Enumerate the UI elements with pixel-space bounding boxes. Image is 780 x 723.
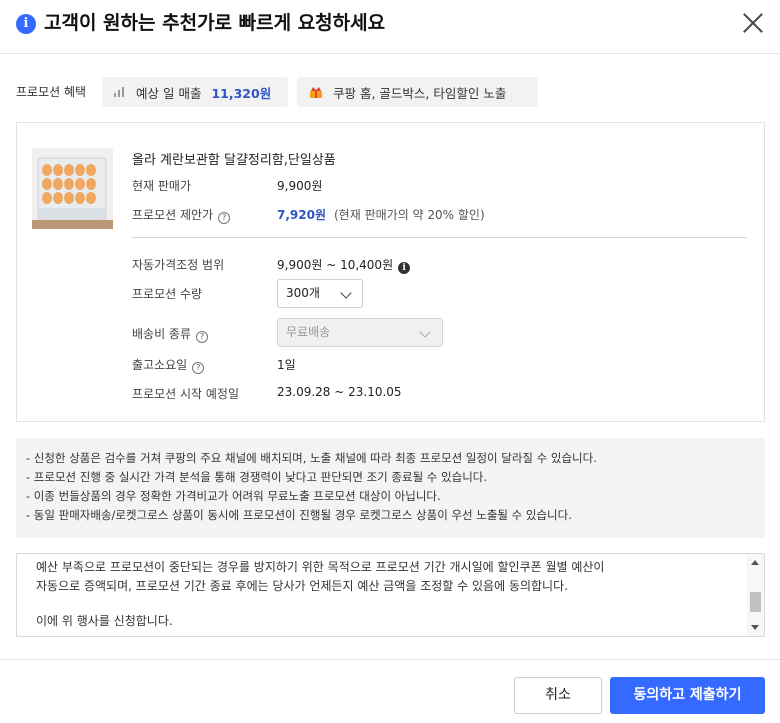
benefit-label: 프로모션 혜택: [16, 85, 87, 99]
help-icon[interactable]: ?: [192, 362, 205, 374]
exposure-chip: 쿠팡 홈, 골드박스, 타임할인 노출: [297, 77, 538, 107]
expected-sales-label: 예상 일 매출: [136, 85, 202, 101]
promo-price-row: 7,920원 (현재 판매가의 약 20% 할인): [277, 206, 485, 223]
auto-range-value: 9,900원 ~ 10,400원: [277, 258, 394, 272]
product-thumbnail: [32, 148, 113, 229]
scrollbar-thumb[interactable]: [750, 592, 761, 612]
dialog-title: 고객이 원하는 추천가로 빠르게 요청하세요: [44, 12, 386, 34]
promo-price-value: 7,920원: [277, 208, 326, 222]
agreement-scroll-box[interactable]: 예산 부족으로 프로모션이 중단되는 경우를 방지하기 위한 목적으로 프로모션…: [16, 553, 765, 637]
shipping-select-value: 무료배송: [286, 325, 331, 339]
product-name: 올라 계란보관함 달걀정리함,단일상품: [132, 153, 336, 168]
close-icon[interactable]: [740, 10, 766, 36]
start-date-label: 프로모션 시작 예정일: [132, 387, 239, 401]
cancel-button[interactable]: 취소: [514, 677, 602, 714]
dialog-header: i 고객이 원하는 추천가로 빠르게 요청하세요: [0, 0, 780, 54]
current-price-value: 9,900원: [277, 179, 323, 193]
info-icon: i: [16, 14, 36, 34]
shipping-select: 무료배송: [277, 318, 443, 347]
quantity-select[interactable]: 300개: [277, 279, 363, 308]
chevron-down-icon: [340, 287, 352, 299]
quantity-label: 프로모션 수량: [132, 287, 203, 301]
agreement-text: 예산 부족으로 프로모션이 중단되는 경우를 방지하기 위한 목적으로 프로모션…: [36, 558, 736, 631]
footer-divider: [0, 659, 780, 660]
scroll-up-icon[interactable]: [751, 560, 759, 565]
shipping-label: 배송비 종류: [132, 327, 192, 341]
current-price-label: 현재 판매가: [132, 179, 192, 193]
gold-box-icon: [309, 85, 323, 99]
expected-sales-chip: 예상 일 매출 11,320원: [102, 77, 288, 107]
quantity-select-value: 300개: [286, 286, 320, 300]
scroll-down-icon[interactable]: [751, 625, 759, 630]
help-icon[interactable]: ?: [196, 331, 209, 343]
expected-sales-value: 11,320원: [211, 85, 272, 101]
scrollbar[interactable]: [747, 554, 764, 636]
agreement-line: 자동으로 증액되며, 프로모션 기간 종료 후에는 당사가 언제든지 예산 금액…: [36, 579, 568, 593]
agreement-line: 이에 위 행사를 신청합니다.: [36, 614, 173, 628]
notice-line: - 프로모션 진행 중 실시간 가격 분석을 통해 경쟁력이 낮다고 판단되면 …: [26, 470, 488, 484]
help-icon[interactable]: ?: [218, 212, 231, 224]
promo-price-label-row: 프로모션 제안가?: [132, 206, 231, 224]
divider: [132, 237, 747, 238]
promo-price-note: (현재 판매가의 약 20% 할인): [334, 208, 485, 222]
notice-line: - 동일 판매자배송/로켓그로스 상품이 동시에 프로모션이 진행될 경우 로켓…: [26, 508, 572, 522]
auto-range-row: 9,900원 ~ 10,400원 i: [277, 256, 411, 274]
bar-chart-icon: [114, 87, 126, 97]
start-date-value: 23.09.28 ~ 23.10.05: [277, 385, 402, 399]
notice-line: - 이종 번들상품의 경우 정확한 가격비교가 어려워 무료노출 프로모션 대상…: [26, 489, 441, 503]
promo-price-label: 프로모션 제안가: [132, 208, 214, 222]
product-detail-box: 올라 계란보관함 달걀정리함,단일상품 현재 판매가 9,900원 프로모션 제…: [16, 122, 765, 422]
shipping-label-row: 배송비 종류?: [132, 325, 209, 343]
notice-box: - 신청한 상품은 검수를 거쳐 쿠팡의 주요 채널에 배치되며, 노출 채널에…: [16, 438, 765, 538]
dispatch-value: 1일: [277, 358, 296, 372]
agreement-line: 예산 부족으로 프로모션이 중단되는 경우를 방지하기 위한 목적으로 프로모션…: [36, 560, 605, 574]
notice-line: - 신청한 상품은 검수를 거쳐 쿠팡의 주요 채널에 배치되며, 노출 채널에…: [26, 451, 597, 465]
chevron-down-icon: [419, 326, 431, 338]
info-icon[interactable]: i: [398, 262, 411, 274]
auto-range-label: 자동가격조정 범위: [132, 258, 225, 272]
dispatch-label: 출고소요일: [132, 358, 188, 372]
agree-submit-button[interactable]: 동의하고 제출하기: [610, 677, 765, 714]
dispatch-label-row: 출고소요일?: [132, 356, 205, 374]
exposure-text: 쿠팡 홈, 골드박스, 타임할인 노출: [333, 85, 507, 101]
